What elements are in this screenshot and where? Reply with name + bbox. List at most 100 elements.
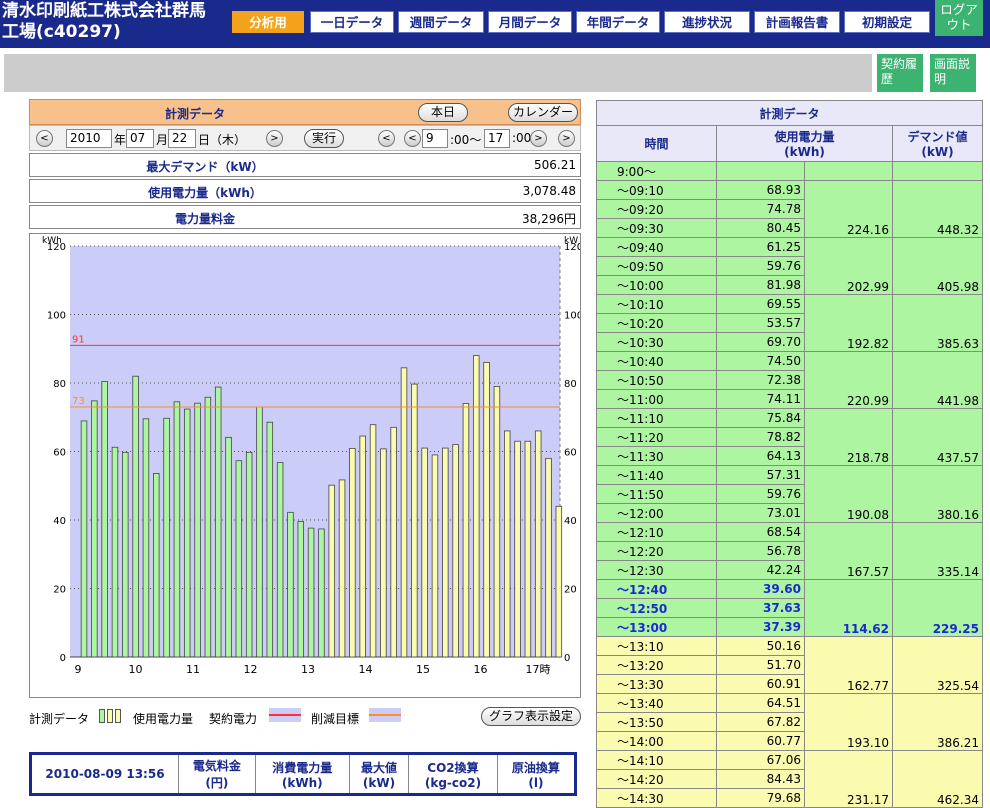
legend-contract-label: 契約電力: [209, 712, 258, 726]
screen-help-button[interactable]: 画面説明: [930, 54, 976, 92]
time-from-prev2-button[interactable]: <: [404, 130, 421, 147]
time-cell: 〜10:00: [596, 275, 717, 295]
calendar-button[interactable]: カレンダー: [508, 103, 578, 122]
time-cell: 〜12:50: [596, 598, 717, 618]
y-tick-right: 0: [564, 653, 570, 664]
x-tick-label: 12: [244, 663, 258, 676]
y-tick-left: 40: [53, 516, 66, 527]
usage-total-cell: 193.10: [804, 693, 893, 751]
bar: [431, 454, 439, 658]
bar: [122, 451, 129, 658]
time-to-field[interactable]: 17: [484, 129, 510, 148]
y-tick-left: 80: [53, 379, 66, 390]
usage-cell: 81.98: [716, 275, 805, 295]
usage-total-cell: 162.77: [804, 636, 893, 694]
info-bar: [4, 54, 872, 92]
usage-cell: 56.78: [716, 541, 805, 561]
bar: [235, 460, 243, 658]
usage-cell: 61.25: [716, 237, 805, 257]
table-row: 〜09:10 68.93 224.16 448.32: [596, 180, 984, 238]
usage-cell: 75.84: [716, 408, 805, 428]
time-cell: 〜09:20: [596, 199, 717, 219]
time-cell: 〜13:20: [596, 655, 717, 675]
usage-cell: 39.60: [716, 579, 805, 599]
y-tick-right: 80: [564, 379, 577, 390]
bar: [111, 446, 119, 658]
chart-svg: 0 020 2040 4060 6080 80100 100120 120kWh kW9 10 11…: [42, 236, 583, 676]
next-day-button[interactable]: >: [266, 130, 283, 147]
run-button[interactable]: 実行: [304, 129, 344, 148]
usage-cell: 69.70: [716, 332, 805, 352]
stats-header-row: 2010-08-09 13:56 電気料金 (円) 消費電力量 (kWh) 最大…: [30, 753, 577, 795]
y-axis-label-right: kW: [564, 236, 578, 246]
usage-cell: 60.91: [716, 674, 805, 694]
table-row: 〜11:10 75.84 218.78 437.57: [596, 408, 984, 466]
time-to-next-button[interactable]: >: [530, 130, 547, 147]
time-cell: 〜09:10: [596, 180, 717, 200]
usage-total-cell: 167.57: [804, 522, 893, 580]
x-tick-label: 14: [359, 663, 373, 676]
contract-history-button[interactable]: 契約履歴: [877, 54, 923, 92]
usage-cell: 79.68: [716, 788, 805, 808]
stats-header-co2: CO2換算 (kg-co2): [408, 753, 498, 795]
nav-settings[interactable]: 初期設定: [844, 11, 930, 33]
usage-total-cell: 218.78: [804, 408, 893, 466]
demand-cell: 405.98: [891, 237, 984, 295]
charge-value: 38,296円: [522, 212, 576, 226]
usage-cell: 68.54: [716, 522, 805, 542]
target-label: 73: [72, 396, 85, 407]
nav-daily[interactable]: 一日データ: [310, 11, 394, 33]
nav-monthly[interactable]: 月間データ: [488, 11, 572, 33]
legend-usage-label: 使用電力量: [133, 712, 194, 726]
usage-cell: 74.78: [716, 199, 805, 219]
table-row: 〜09:40 61.25 202.99 405.98: [596, 237, 984, 295]
bar: [545, 457, 552, 658]
usage-cell: 53.57: [716, 313, 805, 333]
nav-plan-report[interactable]: 計画報告書: [754, 11, 840, 33]
demand-cell: 462.34: [891, 750, 984, 808]
nav-weekly[interactable]: 週間データ: [398, 11, 484, 33]
today-button[interactable]: 本日: [418, 103, 468, 122]
x-tick-label: 10: [129, 663, 143, 676]
table-row: 〜11:40 57.31 190.08 380.16: [596, 465, 984, 523]
usage-cell: 64.51: [716, 693, 805, 713]
y-axis-label-left: kWh: [42, 236, 62, 246]
x-tick-label: 11: [186, 663, 200, 676]
day-field[interactable]: 22: [168, 129, 196, 148]
table-row: 〜10:40 74.50 220.99 441.98: [596, 351, 984, 409]
bar: [524, 440, 532, 658]
y-tick-right: 40: [564, 516, 577, 527]
bar: [400, 367, 408, 658]
bar: [493, 386, 501, 658]
time-cell: 9:00〜: [596, 161, 717, 181]
table-title: 計測データ: [595, 100, 984, 126]
year-field[interactable]: 2010: [66, 129, 112, 148]
demand-cell: 380.16: [891, 465, 984, 523]
stats-table: 2010-08-09 13:56 電気料金 (円) 消費電力量 (kWh) 最大…: [29, 752, 577, 796]
table-row: 〜10:10 69.55 192.82 385.63: [596, 294, 984, 352]
demand-cell: 325.54: [891, 636, 984, 694]
time-from-prev-button[interactable]: <: [378, 130, 395, 147]
usage-cell: 73.01: [716, 503, 805, 523]
time-from-field[interactable]: 9: [422, 129, 448, 148]
company-name: 清水印刷紙工株式会社群馬工場(c40297): [2, 1, 206, 42]
time-cell: 〜11:40: [596, 465, 717, 485]
bar: [194, 402, 201, 658]
bar: [307, 527, 315, 658]
x-tick-label: 9: [75, 663, 82, 676]
nav-progress[interactable]: 進捗状況: [664, 11, 750, 33]
usage-chart: 0 0 20 20 40 40 60 60 80 80 100 100 120 120 kWh kW 9 10 11…: [29, 233, 583, 698]
nav-yearly[interactable]: 年間データ: [576, 11, 660, 33]
time-to-next2-button[interactable]: >: [558, 130, 575, 147]
bar: [287, 511, 294, 658]
prev-day-button[interactable]: <: [36, 130, 53, 147]
logout-button[interactable]: ログアウト: [935, 0, 983, 36]
bar: [297, 520, 305, 658]
nav-analysis[interactable]: 分析用: [232, 11, 304, 33]
graph-settings-button[interactable]: グラフ表示設定: [481, 707, 581, 726]
bar: [204, 396, 212, 658]
x-tick-label: 16: [474, 663, 488, 676]
month-field[interactable]: 07: [126, 129, 154, 148]
usage-row: 使用電力量（kWh） 3,078.48: [29, 179, 581, 203]
bar: [328, 484, 335, 658]
